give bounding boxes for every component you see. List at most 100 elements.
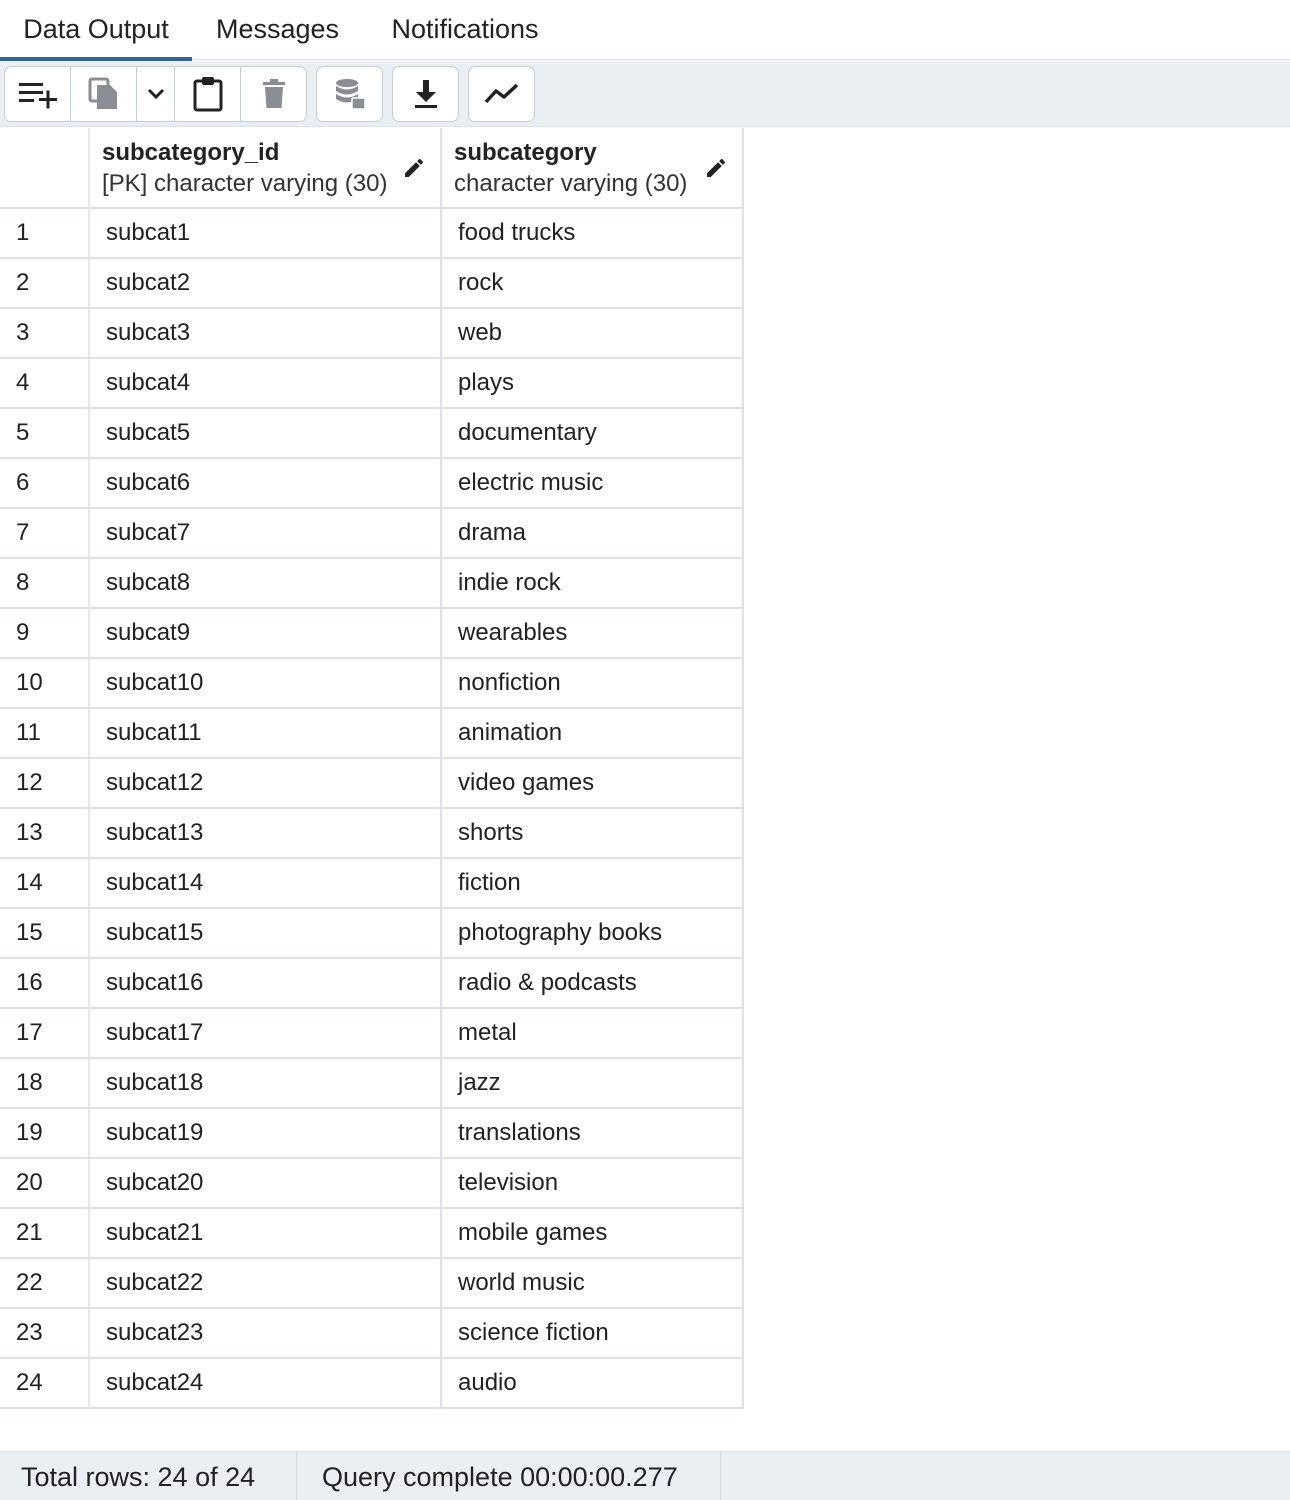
row-number: 12 [0, 758, 90, 809]
row-number: 19 [0, 1108, 90, 1159]
table-row[interactable]: 2 subcat2 rock [0, 258, 744, 309]
pencil-icon[interactable] [402, 156, 426, 180]
table-row[interactable]: 18 subcat18 jazz [0, 1058, 744, 1109]
add-row-icon [18, 83, 57, 109]
cell-subcategory-id[interactable]: subcat1 [89, 208, 442, 259]
cell-subcategory-id[interactable]: subcat10 [89, 658, 442, 709]
cell-subcategory[interactable]: indie rock [441, 558, 744, 609]
tab-notifications[interactable]: Notifications [363, 0, 567, 60]
copy-button[interactable] [70, 66, 137, 122]
row-number: 1 [0, 208, 90, 259]
table-row[interactable]: 5 subcat5 documentary [0, 408, 744, 459]
table-row[interactable]: 21 subcat21 mobile games [0, 1208, 744, 1259]
cell-subcategory-id[interactable]: subcat11 [89, 708, 442, 759]
cell-subcategory[interactable]: audio [441, 1358, 744, 1409]
cell-subcategory[interactable]: web [441, 308, 744, 359]
cell-subcategory-id[interactable]: subcat9 [89, 608, 442, 659]
cell-subcategory-id[interactable]: subcat18 [89, 1058, 442, 1109]
table-row[interactable]: 17 subcat17 metal [0, 1008, 744, 1059]
cell-subcategory-id[interactable]: subcat21 [89, 1208, 442, 1259]
table-row[interactable]: 3 subcat3 web [0, 308, 744, 359]
cell-subcategory[interactable]: electric music [441, 458, 744, 509]
cell-subcategory-id[interactable]: subcat7 [89, 508, 442, 559]
cell-subcategory-id[interactable]: subcat23 [89, 1308, 442, 1359]
tab-messages[interactable]: Messages [192, 0, 363, 60]
cell-subcategory[interactable]: plays [441, 358, 744, 409]
cell-subcategory-id[interactable]: subcat24 [89, 1358, 442, 1409]
cell-subcategory[interactable]: science fiction [441, 1308, 744, 1359]
table-row[interactable]: 12 subcat12 video games [0, 758, 744, 809]
cell-subcategory[interactable]: fiction [441, 858, 744, 909]
table-row[interactable]: 23 subcat23 science fiction [0, 1308, 744, 1359]
column-header-subcategory-id[interactable]: subcategory_id [PK] character varying (3… [89, 128, 442, 209]
cell-subcategory-id[interactable]: subcat6 [89, 458, 442, 509]
cell-subcategory-id[interactable]: subcat16 [89, 958, 442, 1009]
row-number: 18 [0, 1058, 90, 1109]
cell-subcategory-id[interactable]: subcat5 [89, 408, 442, 459]
column-name: subcategory [454, 139, 597, 166]
row-number: 23 [0, 1308, 90, 1359]
table-row[interactable]: 14 subcat14 fiction [0, 858, 744, 909]
tab-data-output[interactable]: Data Output [0, 0, 192, 61]
cell-subcategory-id[interactable]: subcat15 [89, 908, 442, 959]
table-row[interactable]: 22 subcat22 world music [0, 1258, 744, 1309]
cell-subcategory-id[interactable]: subcat14 [89, 858, 442, 909]
table-row[interactable]: 24 subcat24 audio [0, 1358, 744, 1409]
column-type: character varying (30) [454, 170, 688, 197]
table-row[interactable]: 13 subcat13 shorts [0, 808, 744, 859]
add-row-button[interactable] [4, 66, 71, 122]
table-row[interactable]: 10 subcat10 nonfiction [0, 658, 744, 709]
table-row[interactable]: 4 subcat4 plays [0, 358, 744, 409]
table-row[interactable]: 9 subcat9 wearables [0, 608, 744, 659]
cell-subcategory[interactable]: wearables [441, 608, 744, 659]
cell-subcategory-id[interactable]: subcat2 [89, 258, 442, 309]
cell-subcategory-id[interactable]: subcat3 [89, 308, 442, 359]
cell-subcategory-id[interactable]: subcat12 [89, 758, 442, 809]
column-type: [PK] character varying (30) [102, 170, 388, 197]
download-button[interactable] [392, 66, 459, 122]
cell-subcategory[interactable]: food trucks [441, 208, 744, 259]
cell-subcategory[interactable]: mobile games [441, 1208, 744, 1259]
table-row[interactable]: 7 subcat7 drama [0, 508, 744, 559]
column-header-subcategory[interactable]: subcategory character varying (30) [441, 128, 744, 209]
table-row[interactable]: 1 subcat1 food trucks [0, 208, 744, 259]
delete-row-button[interactable] [240, 66, 307, 122]
grid-header-row: subcategory_id [PK] character varying (3… [0, 128, 744, 209]
table-row[interactable]: 16 subcat16 radio & podcasts [0, 958, 744, 1009]
table-row[interactable]: 15 subcat15 photography books [0, 908, 744, 959]
cell-subcategory[interactable]: world music [441, 1258, 744, 1309]
cell-subcategory-id[interactable]: subcat13 [89, 808, 442, 859]
cell-subcategory[interactable]: rock [441, 258, 744, 309]
table-row[interactable]: 8 subcat8 indie rock [0, 558, 744, 609]
graph-visualiser-button[interactable] [468, 66, 535, 122]
cell-subcategory[interactable]: radio & podcasts [441, 958, 744, 1009]
copy-options-dropdown[interactable] [136, 66, 175, 122]
cell-subcategory[interactable]: nonfiction [441, 658, 744, 709]
cell-subcategory[interactable]: video games [441, 758, 744, 809]
save-data-button[interactable] [316, 66, 383, 122]
cell-subcategory[interactable]: photography books [441, 908, 744, 959]
cell-subcategory[interactable]: drama [441, 508, 744, 559]
cell-subcategory-id[interactable]: subcat8 [89, 558, 442, 609]
pencil-icon[interactable] [704, 156, 728, 180]
cell-subcategory-id[interactable]: subcat20 [89, 1158, 442, 1209]
row-number: 11 [0, 708, 90, 759]
row-number: 17 [0, 1008, 90, 1059]
cell-subcategory-id[interactable]: subcat19 [89, 1108, 442, 1159]
cell-subcategory[interactable]: documentary [441, 408, 744, 459]
cell-subcategory-id[interactable]: subcat17 [89, 1008, 442, 1059]
paste-button[interactable] [174, 66, 241, 122]
cell-subcategory[interactable]: jazz [441, 1058, 744, 1109]
cell-subcategory-id[interactable]: subcat22 [89, 1258, 442, 1309]
cell-subcategory[interactable]: shorts [441, 808, 744, 859]
table-row[interactable]: 19 subcat19 translations [0, 1108, 744, 1159]
cell-subcategory[interactable]: animation [441, 708, 744, 759]
cell-subcategory[interactable]: television [441, 1158, 744, 1209]
table-row[interactable]: 11 subcat11 animation [0, 708, 744, 759]
cell-subcategory[interactable]: metal [441, 1008, 744, 1059]
cell-subcategory[interactable]: translations [441, 1108, 744, 1159]
table-row[interactable]: 20 subcat20 television [0, 1158, 744, 1209]
results-tab-bar: Data Output Messages Notifications [0, 0, 1290, 61]
cell-subcategory-id[interactable]: subcat4 [89, 358, 442, 409]
table-row[interactable]: 6 subcat6 electric music [0, 458, 744, 509]
